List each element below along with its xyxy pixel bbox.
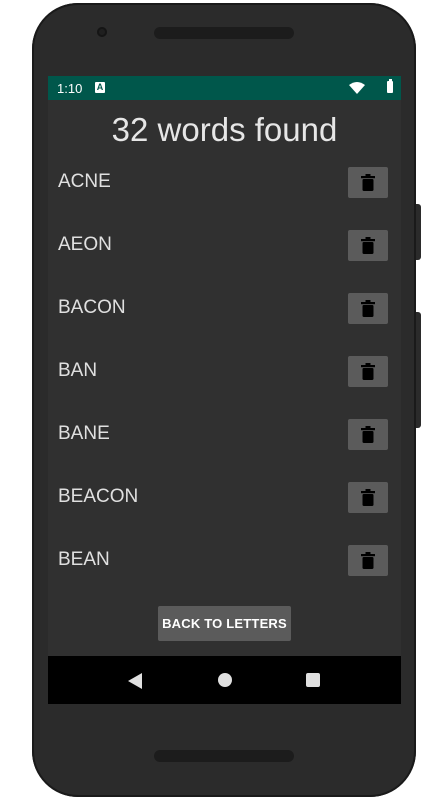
delete-word-button[interactable] xyxy=(348,482,388,513)
volume-button xyxy=(416,312,421,428)
list-item: BACON xyxy=(48,290,401,353)
delete-word-button[interactable] xyxy=(348,356,388,387)
delete-word-button[interactable] xyxy=(348,230,388,261)
trash-icon xyxy=(361,363,375,380)
app-screen: 1:10 A 32 words found ACNE AEON BACON BA… xyxy=(48,76,401,704)
home-icon[interactable] xyxy=(218,673,232,687)
navigation-bar xyxy=(48,656,401,704)
delete-word-button[interactable] xyxy=(348,293,388,324)
word-list: ACNE AEON BACON BAN BANE BEACON BEAN xyxy=(48,164,401,605)
delete-word-button[interactable] xyxy=(348,419,388,450)
word-label: ACNE xyxy=(58,171,111,192)
status-bar: 1:10 A xyxy=(48,76,401,100)
trash-icon xyxy=(361,237,375,254)
back-to-letters-button[interactable]: BACK TO LETTERS xyxy=(158,606,291,641)
trash-icon xyxy=(361,426,375,443)
delete-word-button[interactable] xyxy=(348,167,388,198)
word-label: BACON xyxy=(58,297,126,318)
trash-icon xyxy=(361,300,375,317)
back-icon[interactable] xyxy=(128,673,142,689)
page-title: 32 words found xyxy=(111,111,338,148)
wifi-icon xyxy=(349,82,365,94)
bottom-speaker xyxy=(154,750,294,762)
notification-a-icon: A xyxy=(95,82,105,93)
trash-icon xyxy=(361,552,375,569)
list-item: ACNE xyxy=(48,164,401,227)
word-label: AEON xyxy=(58,234,112,255)
list-item: BEAN xyxy=(48,542,401,605)
delete-word-button[interactable] xyxy=(348,545,388,576)
list-item: AEON xyxy=(48,227,401,290)
front-camera xyxy=(97,27,107,37)
word-label: BEAN xyxy=(58,549,110,570)
recents-icon[interactable] xyxy=(306,673,320,687)
status-time: 1:10 xyxy=(57,81,83,96)
word-label: BANE xyxy=(58,423,110,444)
power-button xyxy=(416,204,421,260)
battery-icon xyxy=(387,79,393,93)
list-item: BEACON xyxy=(48,479,401,542)
list-item: BAN xyxy=(48,353,401,416)
word-label: BAN xyxy=(58,360,98,381)
word-label: BEACON xyxy=(58,486,139,507)
trash-icon xyxy=(361,174,375,191)
list-item: BANE xyxy=(48,416,401,479)
earpiece-speaker xyxy=(154,27,294,39)
trash-icon xyxy=(361,489,375,506)
